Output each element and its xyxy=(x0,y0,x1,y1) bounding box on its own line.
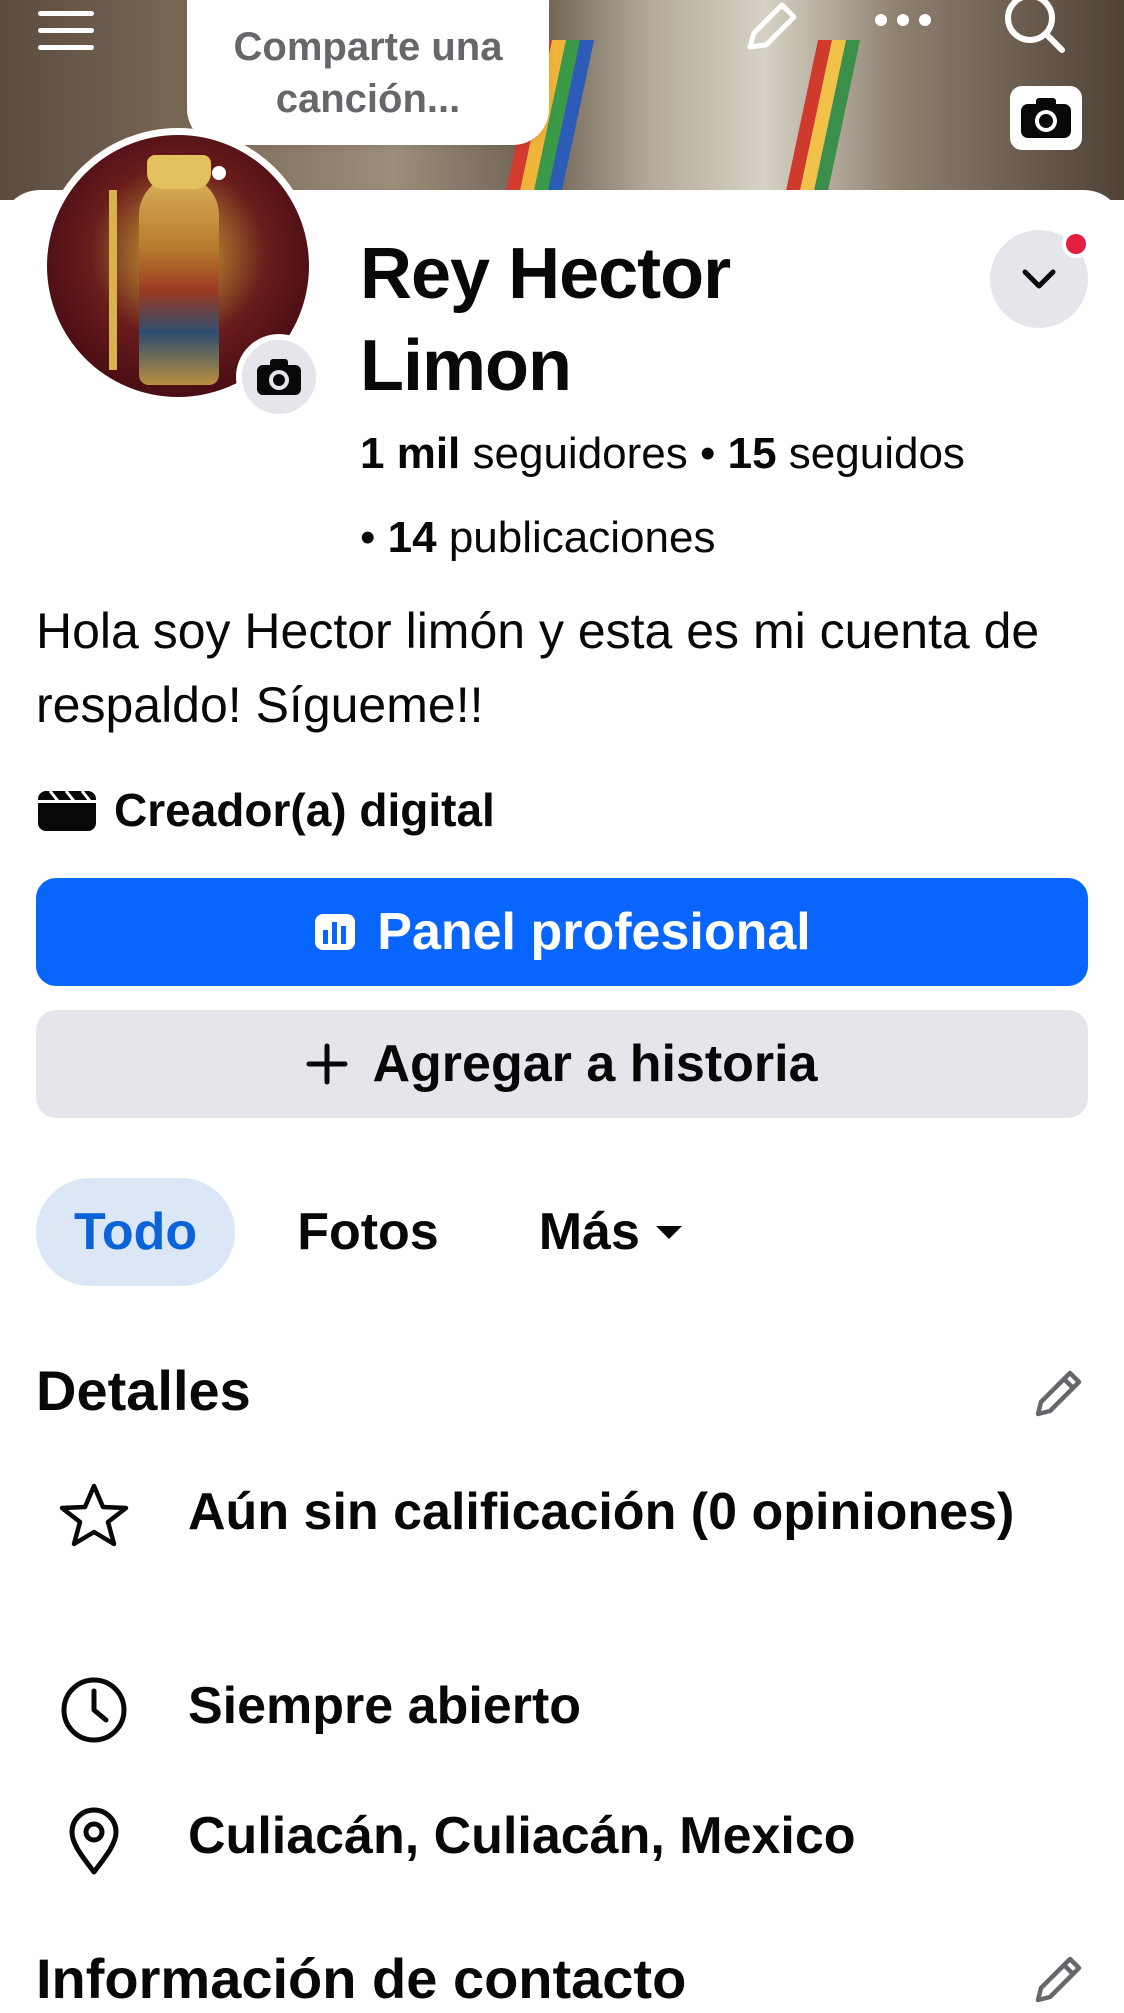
status-bubble-text: Comparte una canción... xyxy=(233,24,503,121)
detail-item-location[interactable]: Culiacán, Culiacán, Mexico xyxy=(36,1800,1096,1880)
detail-item-hours[interactable]: Siempre abierto xyxy=(36,1670,1096,1750)
location-pin-icon xyxy=(36,1800,156,1880)
menu-icon[interactable] xyxy=(30,6,102,56)
notification-dot xyxy=(1062,230,1090,258)
details-title: Detalles xyxy=(36,1359,251,1422)
profile-tabs: Todo Fotos Más xyxy=(36,1178,746,1286)
profile-name: Rey Hector Limon xyxy=(360,234,731,406)
star-icon xyxy=(36,1476,156,1556)
contact-title: Información de contacto xyxy=(36,1947,687,2010)
posts-prefix: • xyxy=(360,513,388,562)
edit-contact-pencil-icon[interactable] xyxy=(1030,1950,1088,2013)
tab-label: Fotos xyxy=(297,1203,439,1261)
professional-panel-label: Panel profesional xyxy=(377,903,811,961)
add-to-story-button[interactable]: Agregar a historia xyxy=(36,1010,1088,1118)
clock-icon xyxy=(36,1670,156,1750)
avatar-decoration xyxy=(109,190,117,370)
avatar-decoration xyxy=(139,175,219,385)
profile-stats: 1 mil seguidores • 15 seguidos • 14 publ… xyxy=(360,412,1100,580)
tab-label: Todo xyxy=(74,1203,198,1261)
pencil-icon[interactable] xyxy=(736,0,806,52)
avatar-camera-button[interactable] xyxy=(236,334,322,420)
tab-fotos[interactable]: Fotos xyxy=(259,1178,477,1286)
avatar-decoration xyxy=(147,155,211,189)
detail-item-rating[interactable]: Aún sin calificación (0 opiniones) xyxy=(36,1476,1096,1556)
following-label[interactable]: seguidos xyxy=(777,429,965,478)
detail-rating-text: Aún sin calificación (0 opiniones) xyxy=(188,1483,1015,1541)
plus-icon xyxy=(306,1043,348,1085)
camera-icon xyxy=(257,359,301,395)
chevron-down-icon xyxy=(1022,269,1056,289)
professional-panel-button[interactable]: Panel profesional xyxy=(36,878,1088,986)
edit-details-pencil-icon[interactable] xyxy=(1030,1364,1088,1427)
profile-bio: Hola soy Hector limón y esta es mi cuent… xyxy=(36,603,1040,733)
more-icon[interactable] xyxy=(868,0,938,40)
status-bubble[interactable]: Comparte una canción... xyxy=(187,0,549,145)
tab-label: Más xyxy=(538,1203,640,1261)
detail-hours-text: Siempre abierto xyxy=(188,1677,582,1735)
category-label: Creador(a) digital xyxy=(114,784,495,836)
followers-count[interactable]: 1 mil xyxy=(360,429,460,478)
detail-location-text: Culiacán, Culiacán, Mexico xyxy=(188,1807,856,1865)
search-icon[interactable] xyxy=(998,0,1072,56)
tab-todo[interactable]: Todo xyxy=(36,1178,236,1286)
profile-category: Creador(a) digital xyxy=(36,780,495,840)
bar-chart-icon xyxy=(315,914,356,950)
clapperboard-icon xyxy=(38,790,96,831)
followers-label[interactable]: seguidores • xyxy=(460,429,727,478)
posts-label: publicaciones xyxy=(436,513,716,562)
bubble-tail xyxy=(212,166,226,180)
following-count[interactable]: 15 xyxy=(728,429,777,478)
posts-count: 14 xyxy=(387,513,437,562)
cover-camera-icon[interactable] xyxy=(1010,86,1082,150)
add-to-story-label: Agregar a historia xyxy=(372,1035,818,1093)
caret-down-icon xyxy=(655,1226,682,1239)
tab-mas[interactable]: Más xyxy=(501,1178,722,1286)
